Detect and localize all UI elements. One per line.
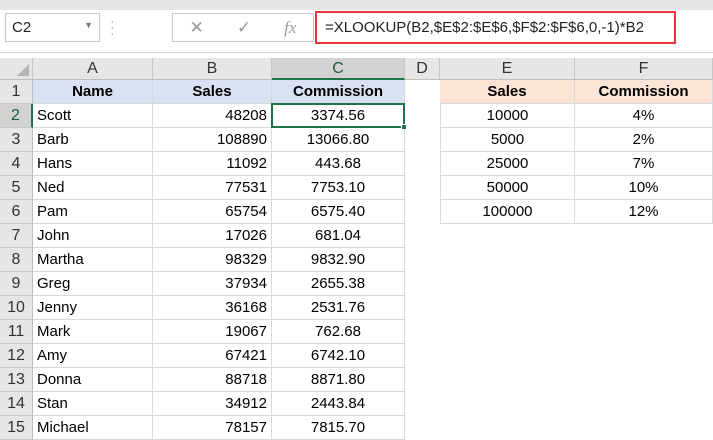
- table-cell[interactable]: 8871.80: [272, 368, 405, 392]
- column-header-B[interactable]: B: [153, 58, 272, 80]
- name-box[interactable]: C2 ▼: [5, 13, 100, 42]
- row-header-1[interactable]: 1: [0, 80, 33, 104]
- table-cell[interactable]: 19067: [153, 320, 272, 344]
- table-cell[interactable]: 108890: [153, 128, 272, 152]
- table-cell[interactable]: 37934: [153, 272, 272, 296]
- table-cell[interactable]: Mark: [33, 320, 153, 344]
- name-box-value: C2: [12, 19, 32, 36]
- table-cell[interactable]: 13066.80: [272, 128, 405, 152]
- lookup-header-cell[interactable]: Commission: [575, 80, 713, 104]
- column-header-C[interactable]: C: [272, 58, 405, 80]
- insert-function-icon[interactable]: fx: [284, 18, 296, 38]
- row-header-12[interactable]: 12: [0, 344, 33, 368]
- table-cell[interactable]: 9832.90: [272, 248, 405, 272]
- table-cell[interactable]: 65754: [153, 200, 272, 224]
- lookup-cell[interactable]: 2%: [575, 128, 713, 152]
- column-header-A[interactable]: A: [33, 58, 153, 80]
- chevron-down-icon[interactable]: ▼: [84, 20, 93, 30]
- enter-icon[interactable]: ✓: [237, 18, 251, 38]
- row-header-2[interactable]: 2: [0, 104, 33, 128]
- table-cell[interactable]: Martha: [33, 248, 153, 272]
- table-cell[interactable]: Donna: [33, 368, 153, 392]
- cancel-icon[interactable]: ✕: [190, 18, 204, 38]
- table-cell[interactable]: 762.68: [272, 320, 405, 344]
- column-header-E[interactable]: E: [440, 58, 575, 80]
- table-cell[interactable]: 443.68: [272, 152, 405, 176]
- lookup-cell[interactable]: 10000: [440, 104, 575, 128]
- table-cell[interactable]: 67421: [153, 344, 272, 368]
- table-cell[interactable]: 2443.84: [272, 392, 405, 416]
- table-cell[interactable]: Michael: [33, 416, 153, 440]
- lookup-cell[interactable]: 50000: [440, 176, 575, 200]
- lookup-header-cell[interactable]: Sales: [440, 80, 575, 104]
- row-header-5[interactable]: 5: [0, 176, 33, 200]
- table-cell[interactable]: 78157: [153, 416, 272, 440]
- table-cell[interactable]: 36168: [153, 296, 272, 320]
- table-cell[interactable]: 7815.70: [272, 416, 405, 440]
- table-cell[interactable]: Ned: [33, 176, 153, 200]
- table-cell[interactable]: 11092: [153, 152, 272, 176]
- table-cell[interactable]: 17026: [153, 224, 272, 248]
- lookup-cell[interactable]: 7%: [575, 152, 713, 176]
- table-cell[interactable]: 77531: [153, 176, 272, 200]
- lookup-cell[interactable]: 10%: [575, 176, 713, 200]
- row-header-11[interactable]: 11: [0, 320, 33, 344]
- table-cell[interactable]: 7753.10: [272, 176, 405, 200]
- table-cell[interactable]: John: [33, 224, 153, 248]
- row-header-4[interactable]: 4: [0, 152, 33, 176]
- header-cell[interactable]: Sales: [153, 80, 272, 104]
- table-cell[interactable]: 98329: [153, 248, 272, 272]
- table-cell[interactable]: Greg: [33, 272, 153, 296]
- lookup-cell[interactable]: 100000: [440, 200, 575, 224]
- row-header-10[interactable]: 10: [0, 296, 33, 320]
- row-header-15[interactable]: 15: [0, 416, 33, 440]
- ribbon-edge: [0, 0, 713, 10]
- row-header-13[interactable]: 13: [0, 368, 33, 392]
- row-header-7[interactable]: 7: [0, 224, 33, 248]
- table-cell[interactable]: 88718: [153, 368, 272, 392]
- row-header-6[interactable]: 6: [0, 200, 33, 224]
- header-cell[interactable]: Commission: [272, 80, 405, 104]
- row-header-8[interactable]: 8: [0, 248, 33, 272]
- table-cell[interactable]: 34912: [153, 392, 272, 416]
- table-cell[interactable]: 2655.38: [272, 272, 405, 296]
- table-cell[interactable]: 6742.10: [272, 344, 405, 368]
- drag-handle-icon[interactable]: · · ·: [110, 14, 115, 40]
- row-header-3[interactable]: 3: [0, 128, 33, 152]
- table-cell[interactable]: 48208: [153, 104, 272, 128]
- column-header-F[interactable]: F: [575, 58, 713, 80]
- lookup-cell[interactable]: 25000: [440, 152, 575, 176]
- table-cell[interactable]: Stan: [33, 392, 153, 416]
- formula-buttons: ✕ ✓ fx: [172, 13, 314, 42]
- row-header-14[interactable]: 14: [0, 392, 33, 416]
- select-all-button[interactable]: [0, 58, 33, 80]
- header-cell[interactable]: Name: [33, 80, 153, 104]
- formula-input[interactable]: =XLOOKUP(B2,$E$2:$E$6,$F$2:$F$6,0,-1)*B2: [315, 11, 676, 44]
- table-cell[interactable]: Pam: [33, 200, 153, 224]
- lookup-cell[interactable]: 4%: [575, 104, 713, 128]
- row-header-9[interactable]: 9: [0, 272, 33, 296]
- lookup-cell[interactable]: 5000: [440, 128, 575, 152]
- table-cell[interactable]: Hans: [33, 152, 153, 176]
- table-cell[interactable]: Barb: [33, 128, 153, 152]
- table-cell[interactable]: Amy: [33, 344, 153, 368]
- table-cell[interactable]: 6575.40: [272, 200, 405, 224]
- active-cell-C2[interactable]: [271, 103, 405, 128]
- column-header-D[interactable]: D: [405, 58, 440, 80]
- table-cell[interactable]: Jenny: [33, 296, 153, 320]
- table-cell[interactable]: Scott: [33, 104, 153, 128]
- table-cell[interactable]: 2531.76: [272, 296, 405, 320]
- lookup-cell[interactable]: 12%: [575, 200, 713, 224]
- fill-handle[interactable]: [401, 124, 407, 130]
- table-cell[interactable]: 681.04: [272, 224, 405, 248]
